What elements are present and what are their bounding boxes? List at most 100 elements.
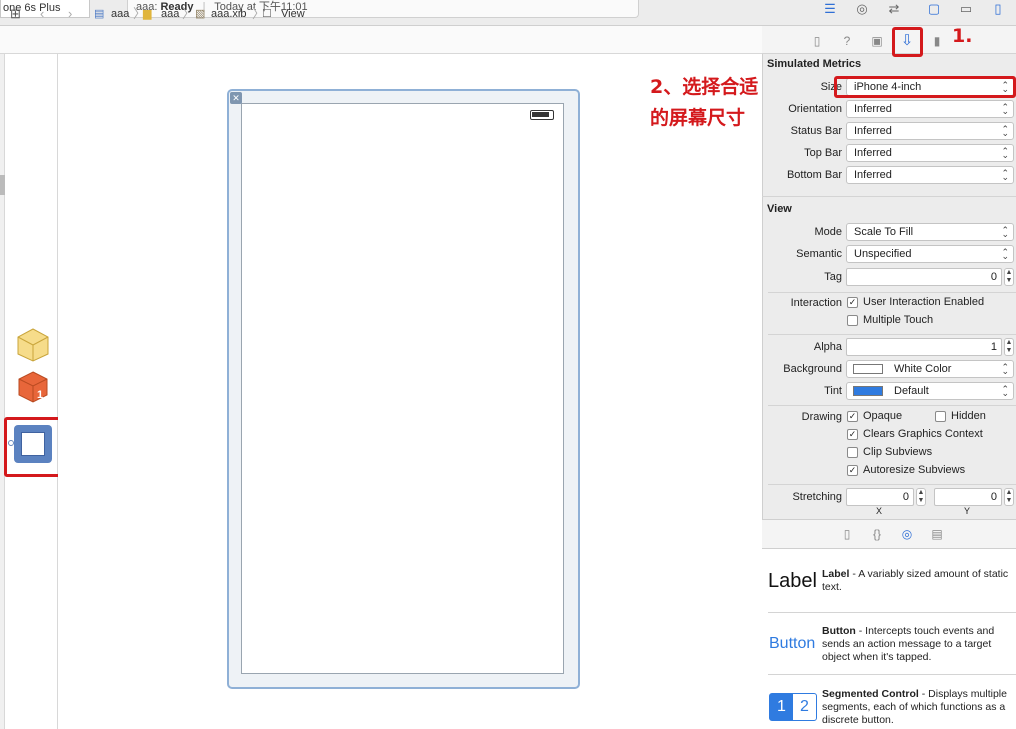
breadcrumb-view[interactable]: View (281, 0, 305, 28)
gutter-edge (0, 54, 5, 729)
alpha-label: Alpha (813, 341, 842, 353)
drawing-label: Drawing (801, 411, 842, 423)
tint-color-swatch (853, 386, 883, 396)
orientation-popup[interactable]: Inferred (846, 99, 1014, 119)
mode-popup[interactable]: Scale To Fill (846, 222, 1014, 242)
library-item-name: Button (822, 625, 856, 637)
annotation-step2-line1: 2、选择合适 (650, 76, 759, 98)
semantic-popup[interactable]: Unspecified (846, 244, 1014, 264)
forward-arrow-icon[interactable]: › (68, 0, 72, 28)
stretching-label: Stretching (792, 491, 842, 503)
hidden-label: Hidden (951, 410, 986, 422)
orientation-label: Orientation (788, 103, 842, 115)
file-template-library-icon[interactable]: ▯ (838, 527, 856, 541)
segment-1: 1 (770, 694, 793, 720)
clears-graphics-label: Clears Graphics Context (863, 428, 983, 440)
battery-icon (530, 110, 554, 120)
stretch-x-stepper[interactable]: ▲ ▼ (916, 488, 926, 506)
segmented-control-preview[interactable]: 1 2 (769, 693, 817, 721)
alpha-field[interactable]: 1 (846, 338, 1002, 356)
annotation-highlight-attributes-tab (892, 27, 923, 57)
related-items-icon[interactable]: ⊞ (10, 0, 21, 28)
background-color-swatch (853, 364, 883, 374)
debug-area-toggle-icon[interactable]: ▭ (952, 0, 980, 18)
view-icon: ☐ (262, 8, 272, 20)
svg-text:1: 1 (37, 389, 43, 401)
library-divider (768, 674, 1016, 675)
semantic-label: Semantic (796, 248, 842, 260)
library-tab-bar (762, 519, 1016, 548)
button-preview[interactable]: Button (769, 635, 815, 653)
library-item-button[interactable]: Button - Intercepts touch events and sen… (822, 625, 1012, 664)
library-item-name: Label (822, 568, 850, 580)
hidden-checkbox[interactable] (935, 411, 946, 422)
section-divider (768, 484, 1016, 485)
stretch-y-caption: Y (964, 506, 971, 516)
code-snippet-library-icon[interactable]: {} (868, 527, 886, 541)
opaque-checkbox[interactable]: ✓ (847, 411, 858, 422)
top-bar-label: Top Bar (804, 147, 842, 159)
status-bar-popup[interactable]: Inferred (846, 121, 1014, 141)
stretch-y-stepper[interactable]: ▲ ▼ (1004, 488, 1014, 506)
status-bar-label: Status Bar (790, 125, 842, 137)
version-editor-icon[interactable]: ⇄ (880, 0, 908, 18)
background-label: Background (783, 363, 842, 375)
back-arrow-icon[interactable]: ‹ (40, 0, 44, 28)
stretch-x-field[interactable]: 0 (846, 488, 914, 506)
label-preview[interactable]: Label (768, 570, 817, 593)
opaque-label: Opaque (863, 410, 903, 422)
utilities-toggle-icon[interactable]: ▯ (984, 0, 1012, 18)
tag-stepper[interactable]: ▲ ▼ (1004, 268, 1014, 286)
mode-label: Mode (814, 226, 842, 238)
tag-field[interactable]: 0 (846, 268, 1002, 286)
annotation-step2-line2: 的屏幕尺寸 (650, 107, 746, 129)
media-library-icon[interactable]: ▤ (928, 527, 946, 541)
folder-icon: ▆ (143, 8, 152, 20)
clip-subviews-checkbox[interactable] (847, 447, 858, 458)
object-library-icon[interactable]: ◎ (898, 527, 916, 541)
xib-file-icon: ▧ (195, 8, 206, 20)
quick-help-icon[interactable]: ? (838, 34, 856, 48)
alpha-stepper[interactable]: ▲ ▼ (1004, 338, 1014, 356)
library-divider (768, 612, 1016, 613)
size-inspector-icon[interactable]: ▮ (928, 34, 946, 48)
inspector-tab-bar (762, 26, 1016, 54)
section-divider (768, 292, 1016, 293)
top-bar-popup[interactable]: Inferred (846, 143, 1014, 163)
breadcrumb-project[interactable]: aaa (111, 0, 129, 28)
close-icon[interactable]: ✕ (230, 92, 242, 104)
navigator-toggle-icon[interactable]: ▢ (920, 0, 948, 18)
files-owner-cube-icon[interactable] (15, 327, 51, 363)
segment-2: 2 (800, 698, 809, 715)
interaction-label: Interaction (790, 297, 842, 309)
library-item-segmented-control[interactable]: Segmented Control - Displays multiple se… (822, 688, 1012, 727)
autoresize-subviews-checkbox[interactable]: ✓ (847, 465, 858, 476)
breadcrumb-group[interactable]: aaa (161, 0, 179, 28)
identity-inspector-icon[interactable]: ▣ (868, 34, 886, 48)
multiple-touch-checkbox[interactable] (847, 315, 858, 326)
standard-editor-icon[interactable]: ☰ (816, 0, 844, 18)
bottom-bar-label: Bottom Bar (786, 169, 842, 181)
bottom-bar-popup[interactable]: Inferred (846, 165, 1014, 185)
autoresize-subviews-label: Autoresize Subviews (863, 464, 966, 476)
annotation-step1: 1. (952, 25, 973, 47)
root-view[interactable] (241, 103, 564, 674)
stretch-y-field[interactable]: 0 (934, 488, 1002, 506)
breadcrumb-file[interactable]: aaa.xib (211, 0, 246, 28)
library-item-name: Segmented Control (822, 688, 919, 700)
size-label: Size (820, 81, 842, 93)
library-item-label[interactable]: Label - A variably sized amount of stati… (822, 568, 1012, 594)
multiple-touch-label: Multiple Touch (863, 314, 934, 326)
view-section-title: View (767, 203, 792, 215)
clears-graphics-checkbox[interactable]: ✓ (847, 429, 858, 440)
file-inspector-icon[interactable]: ▯ (808, 34, 826, 48)
assistant-editor-icon[interactable]: ◎ (848, 0, 876, 18)
section-divider (768, 334, 1016, 335)
annotation-highlight-size (834, 76, 1016, 98)
project-file-icon: ▤ (94, 8, 105, 20)
first-responder-cube-icon[interactable]: 1 (16, 370, 50, 404)
jump-bar (0, 26, 762, 54)
user-interaction-checkbox[interactable]: ✓ (847, 297, 858, 308)
simulated-metrics-title: Simulated Metrics (767, 58, 862, 70)
section-divider (762, 196, 1016, 197)
